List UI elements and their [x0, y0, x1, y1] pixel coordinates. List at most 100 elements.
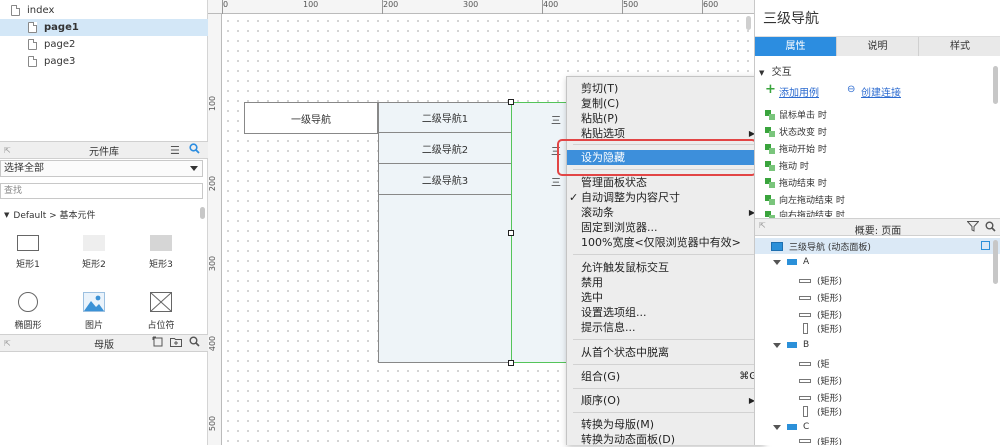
- canvas-scrollbar[interactable]: [746, 16, 751, 30]
- menu-item-break-away[interactable]: 从首个状态中脱离: [567, 345, 763, 360]
- widget-rect1[interactable]: 矩形1: [0, 235, 56, 285]
- outline-item-rect[interactable]: (矩形): [799, 274, 842, 287]
- event-item[interactable]: 状态改变 时: [779, 125, 827, 138]
- menu-item-auto-fit[interactable]: ✓ 自动调整为内容尺寸: [567, 190, 763, 205]
- nav3-label: 三: [551, 178, 561, 189]
- checkmark-icon: ✓: [569, 191, 579, 204]
- menu-item-cut[interactable]: 剪切(T): [567, 81, 763, 96]
- ruler-label: 0: [223, 0, 229, 9]
- ruler-label: 200: [383, 0, 399, 9]
- menu-item-disable[interactable]: 禁用: [567, 275, 763, 290]
- event-icon: [765, 178, 775, 188]
- tab-style[interactable]: 样式: [919, 37, 1000, 56]
- resize-handle[interactable]: [508, 360, 514, 366]
- outline-item-rect[interactable]: (矩: [799, 357, 830, 370]
- nav2-item[interactable]: 二级导航1: [378, 102, 512, 133]
- menu-item-manage-panel-states[interactable]: 管理面板状态: [567, 175, 763, 190]
- page-tree-item-page3[interactable]: page3: [0, 53, 208, 70]
- page-tree-item-index[interactable]: index: [0, 2, 208, 19]
- event-item[interactable]: 向右拖动结束 时: [779, 208, 845, 217]
- inspector-scrollbar[interactable]: [993, 66, 998, 104]
- outline-label: (矩: [817, 360, 830, 370]
- event-icon: [765, 161, 775, 171]
- menu-item-allow-mouse-interaction[interactable]: 允许触发鼠标交互: [567, 260, 763, 275]
- menu-item-tooltip[interactable]: 提示信息...: [567, 320, 763, 335]
- search-icon[interactable]: [985, 221, 996, 235]
- outline-label: B: [803, 340, 810, 350]
- library-select-value: 选择全部: [4, 163, 44, 174]
- menu-item-convert-to-master[interactable]: 转换为母版(M): [567, 417, 763, 432]
- menu-item-selected[interactable]: 选中: [567, 290, 763, 305]
- page-tree-item-page1[interactable]: page1: [0, 19, 208, 36]
- event-item[interactable]: 鼠标单击 时: [779, 108, 827, 121]
- outline-scrollbar[interactable]: [993, 240, 998, 284]
- outline-item-rect[interactable]: (矩形): [799, 291, 842, 304]
- filter-icon[interactable]: [966, 221, 980, 235]
- outline-state-c[interactable]: C: [773, 422, 809, 432]
- widget-rect2[interactable]: 矩形2: [66, 235, 122, 285]
- interaction-header[interactable]: ▼ 交互: [759, 63, 792, 78]
- ruler-label: 500: [623, 0, 639, 9]
- event-item[interactable]: 向左拖动结束 时: [779, 193, 845, 206]
- search-icon[interactable]: [189, 336, 200, 350]
- outline-state-b[interactable]: B: [773, 340, 809, 350]
- resize-handle[interactable]: [508, 230, 514, 236]
- rectangle-icon: [83, 235, 105, 251]
- target-icon[interactable]: [981, 241, 990, 250]
- create-link-link[interactable]: 创建连接: [861, 84, 901, 99]
- outline-label: (矩形): [817, 325, 843, 335]
- menu-item-group[interactable]: 组合(G) ⌘G: [567, 369, 763, 384]
- outline-item-rect[interactable]: (矩形): [799, 322, 842, 335]
- menu-item-order[interactable]: 顺序(O) ▶: [567, 393, 763, 408]
- widget-label: 矩形1: [16, 260, 40, 270]
- menu-item-pin-to-browser[interactable]: 固定到浏览器...: [567, 220, 763, 235]
- outline-item-rect[interactable]: (矩形): [799, 405, 842, 418]
- library-group-header[interactable]: ▼ Default > 基本元件: [0, 206, 200, 223]
- outline-label: (矩形): [817, 394, 843, 404]
- outline-item-root[interactable]: 三级导航 (动态面板): [755, 238, 1000, 254]
- menu-label: 复制(C): [581, 97, 620, 110]
- menu-label: 设置选项组...: [581, 306, 647, 319]
- menu-item-selection-group[interactable]: 设置选项组...: [567, 305, 763, 320]
- menu-item-copy[interactable]: 复制(C): [567, 96, 763, 111]
- library-search-input[interactable]: 查找: [0, 183, 203, 199]
- menu-item-scrollbars[interactable]: 滚动条 ▶: [567, 205, 763, 220]
- rectangle-icon: [799, 395, 811, 400]
- library-select[interactable]: 选择全部: [0, 160, 203, 177]
- page-tree-item-page2[interactable]: page2: [0, 36, 208, 53]
- outline-item-rect[interactable]: (矩形): [799, 308, 842, 321]
- library-scrollbar[interactable]: [200, 207, 205, 219]
- outline-label: A: [803, 257, 810, 267]
- outline-state-a[interactable]: A: [773, 257, 809, 267]
- menu-label: 100%宽度<仅限浏览器中有效>: [581, 236, 741, 249]
- add-master-icon[interactable]: [152, 336, 163, 350]
- menu-item-full-width[interactable]: 100%宽度<仅限浏览器中有效>: [567, 235, 763, 250]
- add-folder-icon[interactable]: [170, 337, 182, 350]
- left-panel: index page1 page2 page3 ⇱ 元件库 ☰ 选择全部 查找 …: [0, 0, 208, 445]
- tab-properties[interactable]: 属性: [755, 37, 837, 56]
- outline-item-rect[interactable]: (矩形): [799, 437, 842, 445]
- outline-item-rect[interactable]: (矩形): [799, 374, 842, 387]
- menu-label: 选中: [581, 291, 603, 304]
- add-case-link[interactable]: 添加用例: [779, 84, 819, 99]
- nav2-item[interactable]: 二级导航2: [378, 133, 512, 164]
- ruler-label: 200: [208, 175, 218, 192]
- interaction-label: 交互: [771, 67, 792, 78]
- ruler-label: 500: [208, 415, 218, 432]
- context-menu: 剪切(T) 复制(C) 粘贴(P) 粘贴选项 ▶ 设为隐藏 管理面板状态 ✓ 自动调…: [566, 76, 764, 446]
- event-icon: [765, 127, 775, 137]
- event-item[interactable]: 拖动结束 时: [779, 176, 827, 189]
- event-item[interactable]: 拖动开始 时: [779, 142, 827, 155]
- tab-notes[interactable]: 说明: [837, 37, 919, 56]
- menu-item-paste[interactable]: 粘贴(P): [567, 111, 763, 126]
- widget-label: 占位符: [147, 321, 175, 331]
- outline-label: (矩形): [817, 408, 843, 418]
- menu-icon[interactable]: ☰: [170, 144, 180, 157]
- event-item[interactable]: 拖动 时: [779, 159, 809, 172]
- resize-handle[interactable]: [508, 99, 514, 105]
- widget-rect3[interactable]: 矩形3: [133, 235, 189, 285]
- nav1-box[interactable]: 一级导航: [244, 102, 378, 134]
- outline-item-rect[interactable]: (矩形): [799, 391, 842, 404]
- search-icon[interactable]: [189, 143, 200, 157]
- nav2-item[interactable]: 二级导航3: [378, 164, 512, 195]
